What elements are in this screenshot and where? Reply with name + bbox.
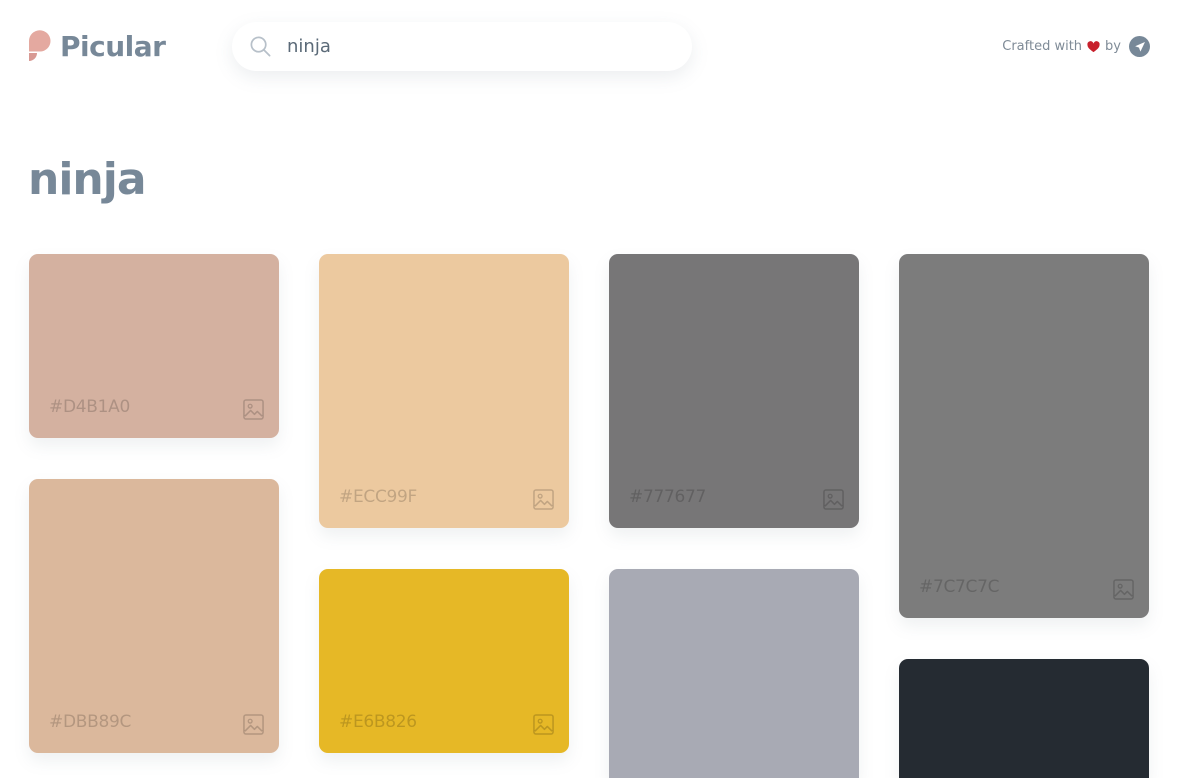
swatch-hex-label: #DBB89C bbox=[49, 712, 132, 732]
credit-by: by bbox=[1105, 39, 1121, 54]
color-swatch[interactable]: #ECC99F bbox=[319, 254, 569, 528]
heart-icon bbox=[1087, 40, 1100, 52]
swatch-hex-label: #7C7C7C bbox=[919, 577, 1000, 597]
swatch-hex-label: #ECC99F bbox=[339, 487, 418, 507]
color-swatch[interactable]: #DBB89C bbox=[29, 479, 279, 753]
color-swatch[interactable] bbox=[609, 569, 859, 778]
color-swatch[interactable]: #D4B1A0 bbox=[29, 254, 279, 438]
color-grid: #D4B1A0 #DBB89C #ECC99F #E6B826 #777677 … bbox=[0, 0, 1185, 778]
header: Picular Crafted with by bbox=[0, 0, 1185, 95]
color-swatch[interactable]: #7C7C7C bbox=[899, 254, 1149, 618]
search-bar[interactable] bbox=[232, 22, 692, 71]
search-input[interactable] bbox=[287, 30, 677, 63]
image-icon[interactable] bbox=[823, 489, 844, 510]
image-icon[interactable] bbox=[533, 489, 554, 510]
page-title: ninja bbox=[28, 154, 147, 205]
picular-logo-icon bbox=[29, 30, 51, 61]
logo-link[interactable]: Picular bbox=[28, 29, 166, 63]
image-icon[interactable] bbox=[243, 399, 264, 420]
credit-prefix: Crafted with bbox=[1002, 39, 1083, 54]
image-icon[interactable] bbox=[533, 714, 554, 735]
color-swatch[interactable]: #E6B826 bbox=[319, 569, 569, 753]
swatch-hex-label: #E6B826 bbox=[339, 712, 417, 732]
image-icon[interactable] bbox=[243, 714, 264, 735]
color-swatch[interactable] bbox=[899, 659, 1149, 778]
search-icon bbox=[250, 36, 271, 57]
credit: Crafted with by bbox=[1002, 36, 1150, 57]
swatch-hex-label: #777677 bbox=[629, 487, 707, 507]
logo-text: Picular bbox=[60, 29, 166, 63]
author-link[interactable] bbox=[1129, 36, 1150, 57]
color-swatch[interactable]: #777677 bbox=[609, 254, 859, 528]
rocket-icon bbox=[1134, 41, 1145, 52]
swatch-hex-label: #D4B1A0 bbox=[49, 397, 130, 417]
image-icon[interactable] bbox=[1113, 579, 1134, 600]
